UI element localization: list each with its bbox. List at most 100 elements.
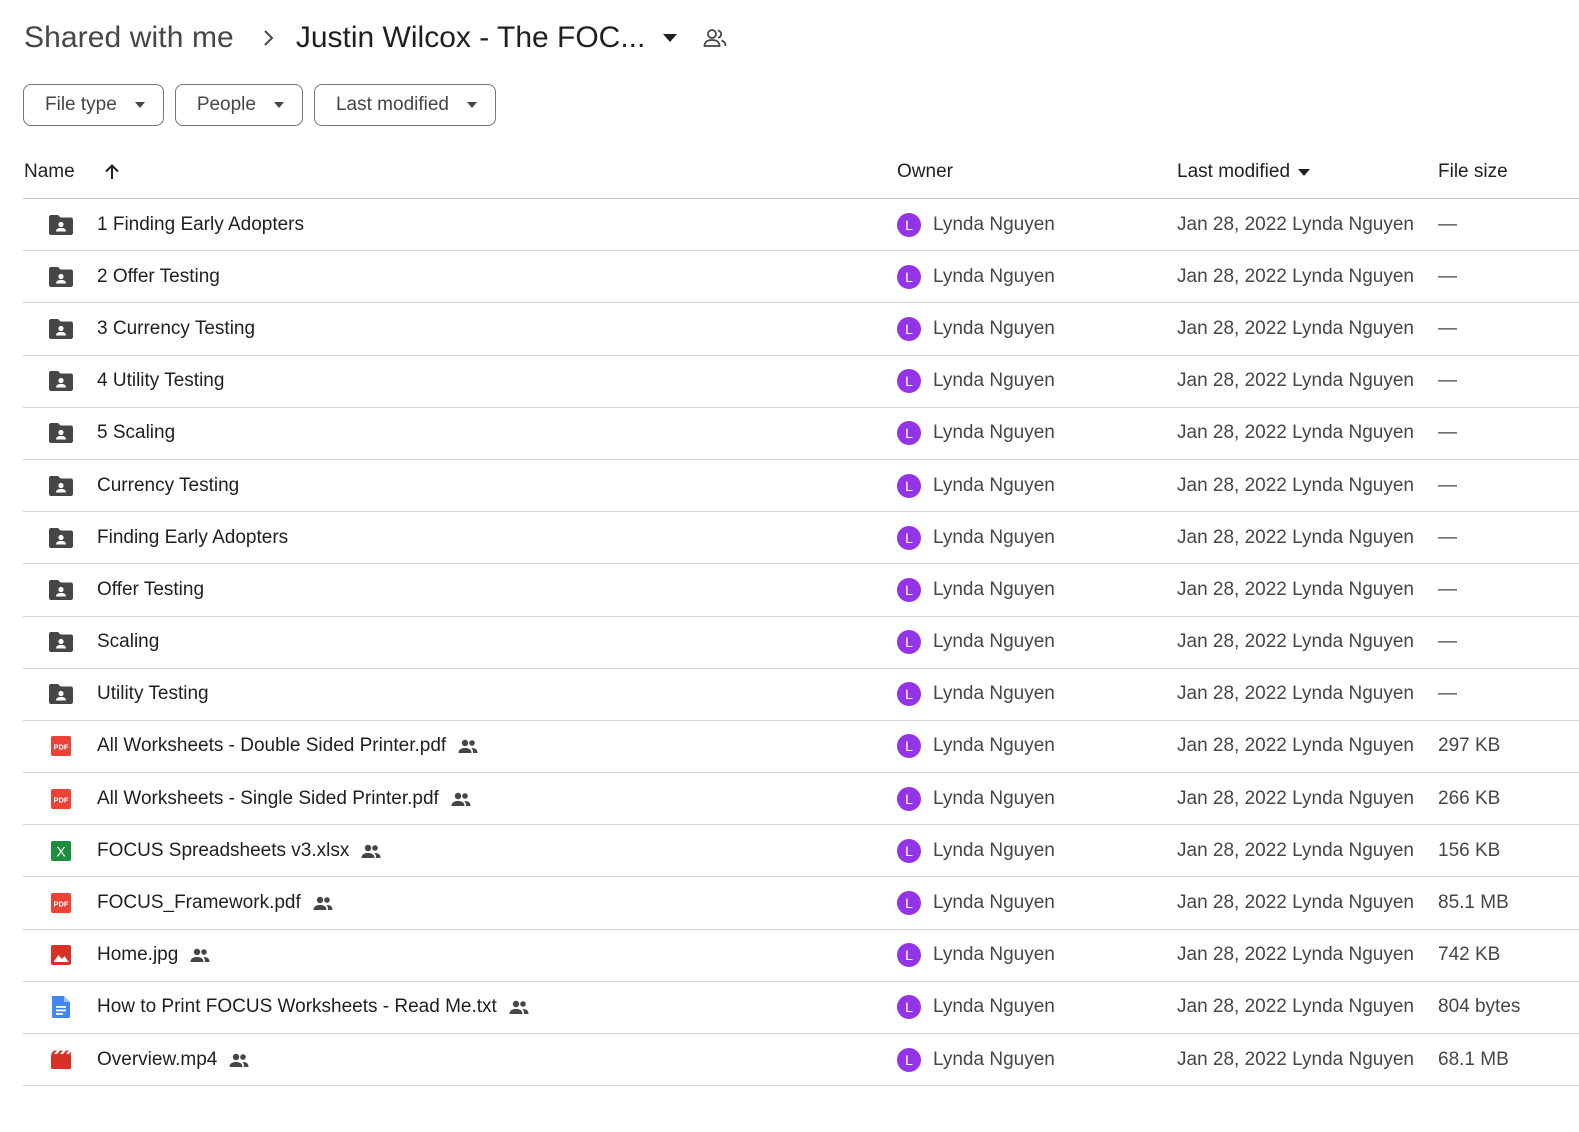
avatar[interactable]: L <box>897 630 921 655</box>
shared-folder-icon <box>47 303 75 354</box>
filter-last-modified[interactable]: Last modified <box>313 84 496 126</box>
last-modified-cell: Jan 28, 2022 Lynda Nguyen <box>1177 474 1414 496</box>
file-name-cell[interactable]: 2 Offer Testing <box>97 251 220 302</box>
file-size-cell: 85.1 MB <box>1438 892 1509 914</box>
avatar[interactable]: L <box>897 316 921 341</box>
caret-down-icon[interactable] <box>663 34 678 42</box>
file-name: 5 Scaling <box>97 422 176 444</box>
owner-cell: L Lynda Nguyen <box>897 564 1055 615</box>
table-row[interactable]: Overview.mp4 L Lynda Nguyen Jan 28, 2022… <box>23 1034 1579 1087</box>
last-modified-cell: Jan 28, 2022 Lynda Nguyen <box>1177 996 1414 1018</box>
owner-cell: L Lynda Nguyen <box>897 199 1055 250</box>
table-row[interactable]: 4 Utility Testing L Lynda Nguyen Jan 28,… <box>23 356 1579 408</box>
file-name-cell[interactable]: All Worksheets - Double Sided Printer.pd… <box>97 721 479 772</box>
owner-name: Lynda Nguyen <box>933 631 1055 653</box>
file-name-cell[interactable]: Currency Testing <box>97 460 239 511</box>
shared-folder-icon <box>47 251 75 302</box>
table-row[interactable]: X FOCUS Spreadsheets v3.xlsx L Lynda Ngu… <box>23 825 1579 878</box>
caret-down-icon <box>1298 168 1311 176</box>
avatar[interactable]: L <box>897 734 921 759</box>
last-modified-cell: Jan 28, 2022 Lynda Nguyen <box>1177 526 1414 548</box>
breadcrumb-shared-with-me[interactable]: Shared with me <box>24 21 234 55</box>
avatar[interactable]: L <box>897 369 921 394</box>
last-modified-cell: Jan 28, 2022 Lynda Nguyen <box>1177 317 1414 339</box>
owner-name: Lynda Nguyen <box>933 317 1055 339</box>
table-row[interactable]: 1 Finding Early Adopters L Lynda Nguyen … <box>23 199 1579 252</box>
avatar[interactable]: L <box>897 838 921 863</box>
table-row[interactable]: 3 Currency Testing L Lynda Nguyen Jan 28… <box>23 303 1579 356</box>
owner-name: Lynda Nguyen <box>933 787 1055 809</box>
last-modified-cell: Jan 28, 2022 Lynda Nguyen <box>1177 370 1414 392</box>
file-name-cell[interactable]: All Worksheets - Single Sided Printer.pd… <box>97 773 472 824</box>
shared-people-icon[interactable] <box>703 28 727 48</box>
avatar[interactable]: L <box>897 891 921 916</box>
table-row[interactable]: PDF FOCUS_Framework.pdf L Lynda Nguyen J… <box>23 877 1579 930</box>
file-name-cell[interactable]: Finding Early Adopters <box>97 512 288 563</box>
svg-text:PDF: PDF <box>54 900 69 909</box>
table-row[interactable]: 2 Offer Testing L Lynda Nguyen Jan 28, 2… <box>23 251 1579 304</box>
document-icon <box>47 982 75 1033</box>
column-header-name[interactable]: Name <box>24 146 75 199</box>
avatar[interactable]: L <box>897 212 921 237</box>
file-name-cell[interactable]: Offer Testing <box>97 564 204 615</box>
file-name-cell[interactable]: 5 Scaling <box>97 408 175 459</box>
table-row[interactable]: Finding Early Adopters L Lynda Nguyen Ja… <box>23 512 1579 565</box>
filter-file-type[interactable]: File type <box>23 84 164 126</box>
column-header-file-size[interactable]: File size <box>1438 146 1508 199</box>
last-modified-cell: Jan 28, 2022 Lynda Nguyen <box>1177 213 1414 235</box>
table-row[interactable]: Offer Testing L Lynda Nguyen Jan 28, 202… <box>23 564 1579 617</box>
owner-name: Lynda Nguyen <box>933 1048 1055 1070</box>
table-row[interactable]: 5 Scaling L Lynda Nguyen Jan 28, 2022 Ly… <box>23 408 1579 460</box>
column-header-last-modified-label: Last modified <box>1177 161 1291 182</box>
owner-name: Lynda Nguyen <box>933 839 1055 861</box>
filter-people[interactable]: People <box>174 84 303 126</box>
last-modified-cell: Jan 28, 2022 Lynda Nguyen <box>1177 578 1414 600</box>
avatar[interactable]: L <box>897 264 921 289</box>
owner-name: Lynda Nguyen <box>933 892 1055 914</box>
column-header-last-modified[interactable]: Last modified <box>1177 146 1311 199</box>
avatar[interactable]: L <box>897 943 921 968</box>
table-row[interactable]: Scaling L Lynda Nguyen Jan 28, 2022 Lynd… <box>23 617 1579 669</box>
last-modified-cell: Jan 28, 2022 Lynda Nguyen <box>1177 1048 1414 1070</box>
avatar[interactable]: L <box>897 995 921 1020</box>
filter-chips: File type People Last modified <box>23 84 496 126</box>
file-name-cell[interactable]: FOCUS_Framework.pdf <box>97 877 334 928</box>
table-row[interactable]: PDF All Worksheets - Single Sided Printe… <box>23 773 1579 826</box>
sort-arrow-up-icon[interactable] <box>103 146 121 199</box>
file-name-cell[interactable]: 4 Utility Testing <box>97 356 224 407</box>
table-row[interactable]: PDF All Worksheets - Double Sided Printe… <box>23 721 1579 774</box>
avatar[interactable]: L <box>897 473 921 498</box>
owner-cell: L Lynda Nguyen <box>897 1034 1055 1085</box>
file-size-cell: — <box>1438 265 1457 287</box>
owner-cell: L Lynda Nguyen <box>897 408 1055 459</box>
avatar[interactable]: L <box>897 682 921 707</box>
avatar[interactable]: L <box>897 421 921 446</box>
file-name-cell[interactable]: FOCUS Spreadsheets v3.xlsx <box>97 825 382 876</box>
file-size-cell: — <box>1438 474 1457 496</box>
filter-label: People <box>196 94 256 115</box>
column-header-owner[interactable]: Owner <box>897 146 953 199</box>
owner-cell: L Lynda Nguyen <box>897 877 1055 928</box>
avatar[interactable]: L <box>897 525 921 550</box>
avatar[interactable]: L <box>897 1047 921 1072</box>
file-size-cell: 266 KB <box>1438 787 1501 809</box>
table-row[interactable]: Currency Testing L Lynda Nguyen Jan 28, … <box>23 460 1579 513</box>
file-name-cell[interactable]: Overview.mp4 <box>97 1034 250 1085</box>
svg-text:X: X <box>56 843 66 859</box>
table-row[interactable]: Home.jpg L Lynda Nguyen Jan 28, 2022 Lyn… <box>23 930 1579 982</box>
breadcrumb-current-folder[interactable]: Justin Wilcox - The FOC... <box>296 21 646 55</box>
file-name-cell[interactable]: Home.jpg <box>97 930 211 981</box>
file-name: Currency Testing <box>97 474 240 496</box>
table-row[interactable]: How to Print FOCUS Worksheets - Read Me.… <box>23 982 1579 1034</box>
avatar[interactable]: L <box>897 577 921 602</box>
filter-label: File type <box>45 94 117 115</box>
owner-cell: L Lynda Nguyen <box>897 460 1055 511</box>
file-name-cell[interactable]: 3 Currency Testing <box>97 303 255 354</box>
table-row[interactable]: Utility Testing L Lynda Nguyen Jan 28, 2… <box>23 669 1579 721</box>
file-name-cell[interactable]: 1 Finding Early Adopters <box>97 199 304 250</box>
file-name-cell[interactable]: How to Print FOCUS Worksheets - Read Me.… <box>97 982 530 1033</box>
avatar[interactable]: L <box>897 786 921 811</box>
file-name: All Worksheets - Single Sided Printer.pd… <box>97 787 439 809</box>
file-name-cell[interactable]: Scaling <box>97 617 159 668</box>
file-name-cell[interactable]: Utility Testing <box>97 669 209 720</box>
